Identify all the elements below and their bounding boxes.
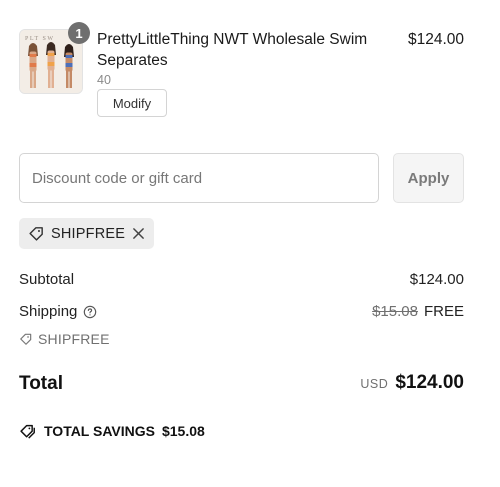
subtotal-value: $124.00 bbox=[409, 271, 464, 288]
quantity-badge: 1 bbox=[68, 22, 90, 44]
shipping-row-label: Shipping bbox=[19, 303, 97, 320]
total-savings: TOTAL SAVINGS $15.08 bbox=[19, 422, 205, 439]
product-image-text: PLT SW bbox=[25, 36, 55, 42]
product-name: PrettyLittleThing NWT Wholesale Swim Sep… bbox=[97, 31, 368, 69]
shipping-label: Shipping bbox=[19, 303, 78, 320]
double-tag-icon bbox=[19, 422, 37, 439]
apply-discount-button[interactable]: Apply bbox=[393, 153, 464, 203]
shipping-discount-code: SHIPFREE bbox=[38, 331, 110, 347]
applied-discount-code: SHIPFREE bbox=[51, 225, 126, 242]
tag-icon bbox=[19, 332, 33, 346]
shipping-value-group: $15.08 FREE bbox=[372, 303, 464, 320]
help-circle-icon[interactable] bbox=[83, 305, 97, 319]
modify-button[interactable]: Modify bbox=[97, 89, 167, 117]
product-price: $124.00 bbox=[407, 31, 464, 48]
discount-code-input[interactable] bbox=[19, 153, 379, 203]
currency-code: USD bbox=[360, 377, 389, 391]
total-savings-value: $15.08 bbox=[161, 422, 205, 439]
close-icon[interactable] bbox=[132, 227, 145, 240]
subtotal-label: Subtotal bbox=[19, 271, 75, 288]
tag-icon bbox=[28, 225, 45, 242]
total-label: Total bbox=[19, 373, 63, 394]
total-savings-label: TOTAL SAVINGS bbox=[44, 422, 155, 439]
product-variant: 40 bbox=[97, 73, 111, 87]
shipping-original-price: $15.08 bbox=[372, 303, 418, 320]
shipping-value: FREE bbox=[423, 303, 464, 320]
total-value: $124.00 bbox=[395, 372, 464, 393]
total-value-group: USD $124.00 bbox=[360, 372, 464, 394]
shipping-discount: SHIPFREE bbox=[19, 331, 110, 347]
applied-discount-chip: SHIPFREE bbox=[19, 218, 154, 249]
